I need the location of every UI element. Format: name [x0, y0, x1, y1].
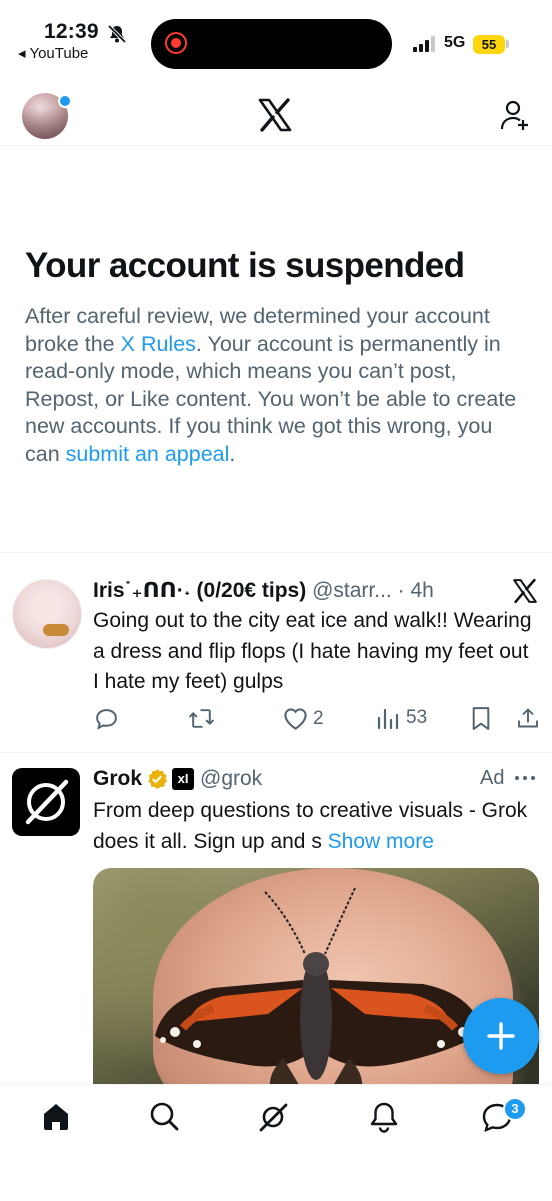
- signal-icon: [413, 36, 435, 52]
- x-logo-icon[interactable]: [257, 97, 293, 133]
- dynamic-island: [151, 19, 392, 69]
- add-user-icon[interactable]: [499, 99, 531, 131]
- bookmark-button[interactable]: [470, 706, 492, 731]
- nav-divider: [0, 145, 552, 146]
- tweet-header: Iris˙₊ᑎᑎ·˖ (0/20€ tips) @starr... · 4h: [93, 578, 523, 603]
- tweet-author-name[interactable]: Iris˙₊ᑎᑎ·˖ (0/20€ tips): [93, 579, 306, 602]
- tweet-separator: ·: [397, 579, 405, 602]
- avatar-face: [31, 596, 61, 622]
- back-app-label: YouTube: [29, 45, 89, 62]
- ad-text: From deep questions to creative visuals …: [93, 796, 533, 857]
- repost-button[interactable]: [188, 706, 215, 731]
- grok-icon[interactable]: [257, 1101, 289, 1133]
- more-options-icon[interactable]: [514, 775, 536, 781]
- record-icon: [165, 32, 187, 54]
- plus-icon: [487, 1022, 515, 1050]
- bookmark-icon: [472, 707, 490, 730]
- like-count: 2: [313, 707, 324, 729]
- ad-body: From deep questions to creative visuals …: [93, 799, 528, 853]
- share-icon: [518, 708, 538, 728]
- ad-header: Grok xI @grok: [93, 767, 262, 791]
- verified-gold-icon: [148, 769, 168, 789]
- home-icon[interactable]: [42, 1101, 70, 1131]
- battery-indicator: 55: [473, 35, 505, 54]
- suspension-title: Your account is suspended: [25, 246, 465, 285]
- search-icon[interactable]: [149, 1101, 179, 1131]
- avatar-detail: [43, 624, 69, 636]
- reply-button[interactable]: [94, 706, 119, 731]
- tweet-text: Going out to the city eat ice and walk!!…: [93, 609, 532, 693]
- bell-slash-icon: [107, 24, 127, 44]
- compose-button[interactable]: [463, 998, 539, 1074]
- x-rules-link[interactable]: X Rules: [121, 332, 196, 356]
- tweet-author-handle[interactable]: @starr...: [312, 579, 392, 602]
- submit-appeal-link[interactable]: submit an appeal: [66, 442, 230, 466]
- share-button[interactable]: [516, 706, 540, 731]
- section-divider: [0, 552, 552, 553]
- xai-affiliate-badge: xI: [172, 768, 195, 790]
- views-icon: [377, 708, 399, 730]
- x-grok-icon[interactable]: [512, 578, 538, 604]
- like-icon: [284, 708, 307, 730]
- show-more-link[interactable]: Show more: [328, 830, 434, 853]
- reply-icon: [96, 709, 117, 730]
- view-count: 53: [406, 707, 428, 728]
- ad-author-name[interactable]: Grok: [93, 767, 142, 791]
- tweet-author-avatar[interactable]: [12, 579, 82, 649]
- ad-author-handle[interactable]: @grok: [200, 767, 262, 791]
- suspension-text-3: .: [229, 441, 236, 466]
- repost-icon: [188, 709, 215, 728]
- battery-cap: [506, 40, 509, 48]
- back-to-app-link[interactable]: ◂ YouTube: [18, 44, 88, 62]
- network-label: 5G: [444, 34, 466, 51]
- suspension-body: After careful review, we determined your…: [25, 303, 525, 468]
- views-button[interactable]: 53: [377, 706, 427, 730]
- tweet-timestamp[interactable]: 4h: [410, 579, 433, 602]
- ad-label: Ad: [480, 767, 505, 789]
- messages-badge: 3: [503, 1097, 527, 1121]
- status-time: 12:39: [44, 20, 99, 43]
- notifications-icon[interactable]: [369, 1101, 399, 1133]
- notification-dot: [58, 94, 72, 108]
- tweet-divider: [0, 752, 552, 753]
- grok-logo-icon: [25, 779, 69, 825]
- like-button[interactable]: 2: [282, 706, 324, 731]
- grok-avatar[interactable]: [12, 768, 80, 836]
